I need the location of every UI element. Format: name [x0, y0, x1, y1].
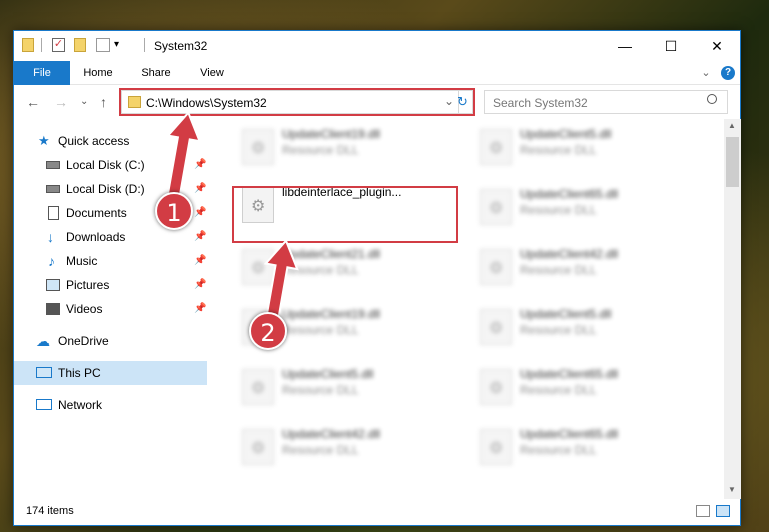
dll-file-icon: [480, 129, 512, 165]
explorer-window: ✓ ▾ System32 — ☐ ✕ File Home Share View …: [13, 30, 741, 526]
search-input[interactable]: Search System32: [493, 96, 588, 110]
dll-file-icon: [242, 369, 274, 405]
qat-dropdown-icon[interactable]: ▾: [114, 39, 119, 55]
new-folder-icon[interactable]: [74, 38, 86, 52]
file-item[interactable]: UpdateClient5.dll Resource DLL: [234, 361, 464, 411]
step1-badge: 1: [155, 192, 193, 230]
sidebar-item-network[interactable]: Network: [14, 393, 207, 417]
download-icon: ↓: [47, 229, 54, 245]
status-bar: 174 items: [14, 499, 740, 525]
ribbon-tabs: File Home Share View ⌄ ?: [14, 61, 740, 85]
file-highlight-box: [232, 186, 458, 243]
dll-file-icon: [480, 369, 512, 405]
step2-badge: 2: [249, 312, 287, 350]
network-icon: [36, 399, 52, 410]
forward-arrow-icon[interactable]: →: [54, 94, 68, 110]
drive-icon: [46, 185, 60, 193]
pin-icon: 📌: [194, 279, 207, 290]
dll-file-icon: [242, 129, 274, 165]
pin-icon: 📌: [194, 255, 207, 266]
tab-share[interactable]: Share: [132, 61, 180, 85]
item-count: 174 items: [26, 505, 74, 517]
tab-file[interactable]: File: [14, 61, 70, 85]
dll-file-icon: [480, 189, 512, 225]
divider: [41, 38, 42, 52]
search-box[interactable]: Search System32: [484, 90, 728, 114]
dll-file-icon: [480, 429, 512, 465]
folder-icon: [22, 38, 34, 52]
pin-icon: 📌: [194, 231, 207, 242]
file-item[interactable]: UpdateClient42.dll Resource DLL: [234, 421, 464, 471]
tab-view[interactable]: View: [190, 61, 234, 85]
file-item[interactable]: UpdateClient5.dll Resource DLL: [472, 121, 702, 171]
search-icon: [707, 94, 717, 104]
help-icon[interactable]: ?: [721, 66, 735, 80]
sidebar-item-pictures[interactable]: Pictures 📌: [14, 273, 207, 297]
expand-ribbon-icon[interactable]: ⌄: [698, 61, 714, 85]
sidebar-item-this-pc[interactable]: This PC: [14, 361, 207, 385]
title-bar: ✓ ▾ System32 — ☐ ✕: [14, 31, 740, 61]
file-item[interactable]: UpdateClient65.dll Resource DLL: [472, 361, 702, 411]
close-button[interactable]: ✕: [694, 31, 740, 61]
sidebar-item-videos[interactable]: Videos 📌: [14, 297, 207, 321]
window-title: System32: [154, 39, 208, 53]
pin-icon: 📌: [194, 303, 207, 314]
scroll-up-icon[interactable]: ▲: [728, 121, 736, 130]
back-arrow-icon[interactable]: ←: [26, 94, 40, 110]
file-item[interactable]: UpdateClient65.dll Resource DLL: [472, 181, 702, 231]
star-icon: ★: [38, 133, 50, 148]
file-item[interactable]: UpdateClient42.dll Resource DLL: [472, 241, 702, 291]
dll-file-icon: [480, 309, 512, 345]
recent-locations-icon[interactable]: ⌄: [80, 96, 88, 107]
pictures-icon: [46, 279, 60, 291]
large-icons-view-icon[interactable]: [716, 505, 730, 517]
dll-file-icon: [480, 249, 512, 285]
properties-icon[interactable]: ✓: [52, 38, 65, 52]
file-item[interactable]: UpdateClient65.dll Resource DLL: [472, 421, 702, 471]
tab-home[interactable]: Home: [74, 61, 122, 85]
computer-icon: [36, 367, 52, 378]
videos-icon: [46, 303, 60, 315]
scroll-down-icon[interactable]: ▼: [728, 485, 736, 494]
sidebar-item-music[interactable]: ♪ Music 📌: [14, 249, 207, 273]
dll-file-icon: [242, 429, 274, 465]
file-item[interactable]: UpdateClient5.dll Resource DLL: [472, 301, 702, 351]
music-icon: ♪: [48, 253, 55, 269]
divider: [144, 38, 145, 52]
file-item[interactable]: UpdateClient19.dll Resource DLL: [234, 121, 464, 171]
scroll-thumb[interactable]: [726, 137, 739, 187]
up-arrow-icon[interactable]: ↑: [100, 94, 107, 110]
documents-icon: [48, 206, 59, 220]
details-view-icon[interactable]: [696, 505, 710, 517]
vertical-scrollbar[interactable]: ▲ ▼: [724, 119, 741, 499]
minimize-button[interactable]: —: [602, 31, 648, 61]
customize-icon[interactable]: [96, 38, 110, 52]
maximize-button[interactable]: ☐: [648, 31, 694, 61]
cloud-icon: ☁: [36, 333, 50, 349]
sidebar-item-onedrive[interactable]: ☁ OneDrive: [14, 329, 207, 353]
drive-icon: [46, 161, 60, 169]
